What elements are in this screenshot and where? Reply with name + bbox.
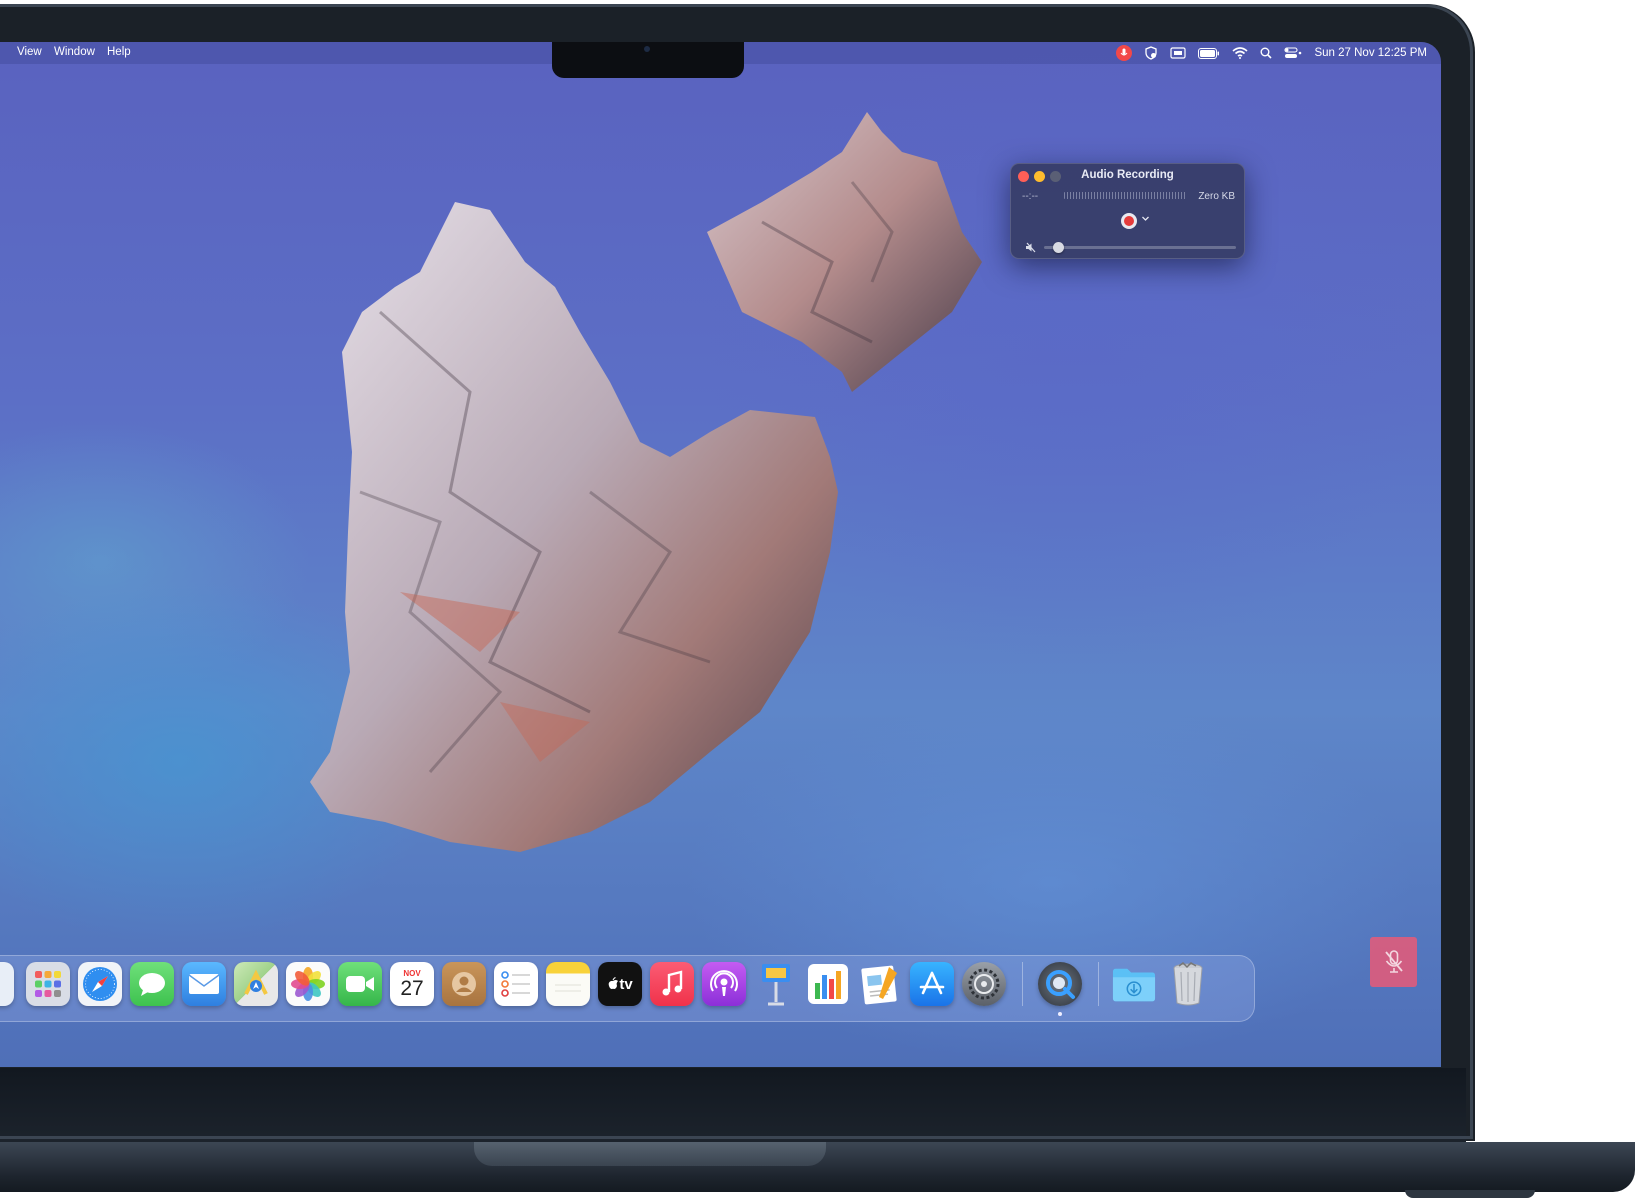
calendar-day-label: 27 bbox=[400, 976, 424, 1000]
app-store-icon[interactable] bbox=[910, 962, 954, 1006]
apple-tv-icon[interactable]: tv bbox=[598, 962, 642, 1006]
speaker-muted-icon bbox=[1026, 242, 1036, 253]
facetime-icon[interactable] bbox=[338, 962, 382, 1006]
recording-time: --:-- bbox=[1022, 191, 1039, 202]
pages-icon[interactable] bbox=[858, 962, 902, 1006]
music-icon[interactable] bbox=[650, 962, 694, 1006]
apple-tv-label: tv bbox=[619, 975, 633, 993]
recording-file-size: Zero KB bbox=[1198, 191, 1235, 202]
quicktime-player-icon[interactable] bbox=[1038, 962, 1082, 1006]
quicktime-running-indicator bbox=[1058, 1012, 1062, 1016]
menu-view[interactable]: View bbox=[17, 46, 42, 58]
desktop-screen: View Window Help Sun 27 Nov 12:25 PM Aud… bbox=[0, 42, 1441, 1067]
record-dot-icon bbox=[1124, 216, 1134, 226]
audio-recording-window: Audio Recording --:-- Zero KB bbox=[1010, 163, 1245, 259]
screen-mirroring-icon[interactable] bbox=[1170, 47, 1187, 59]
status-menu-area: Sun 27 Nov 12:25 PM bbox=[1116, 42, 1427, 64]
microphone-slash-icon bbox=[1384, 950, 1403, 973]
system-settings-icon[interactable] bbox=[962, 962, 1006, 1006]
laptop-chin bbox=[0, 1068, 1466, 1142]
spotlight-search-icon[interactable] bbox=[1260, 47, 1273, 59]
contacts-icon[interactable] bbox=[442, 962, 486, 1006]
reminders-icon[interactable] bbox=[494, 962, 538, 1006]
finder-icon[interactable] bbox=[0, 962, 14, 1006]
chevron-down-icon[interactable] bbox=[1141, 214, 1150, 223]
mail-icon[interactable] bbox=[182, 962, 226, 1006]
microphone-in-use-icon[interactable] bbox=[1116, 45, 1133, 61]
microphone-muted-overlay[interactable] bbox=[1370, 937, 1417, 987]
launchpad-icon[interactable] bbox=[26, 962, 70, 1006]
downloads-folder-icon[interactable] bbox=[1112, 962, 1156, 1006]
laptop-opening-notch bbox=[474, 1142, 826, 1166]
keynote-icon[interactable] bbox=[754, 962, 798, 1006]
maps-icon[interactable] bbox=[234, 962, 278, 1006]
calendar-icon[interactable]: NOV 27 bbox=[390, 962, 434, 1006]
dock-separator bbox=[1022, 962, 1023, 1006]
laptop-foot bbox=[1405, 1190, 1535, 1198]
record-button[interactable] bbox=[1121, 213, 1137, 229]
photos-icon[interactable] bbox=[286, 962, 330, 1006]
wallpaper-small-rock bbox=[707, 112, 982, 392]
podcasts-icon[interactable] bbox=[702, 962, 746, 1006]
dock-separator bbox=[1098, 962, 1099, 1006]
safari-icon[interactable] bbox=[78, 962, 122, 1006]
apple-logo-icon bbox=[608, 977, 619, 989]
camera-lens bbox=[644, 46, 650, 52]
notes-icon[interactable] bbox=[546, 962, 590, 1006]
trash-icon[interactable] bbox=[1166, 962, 1210, 1006]
volume-slider-knob[interactable] bbox=[1053, 242, 1065, 253]
menu-help[interactable]: Help bbox=[107, 46, 131, 58]
volume-slider[interactable] bbox=[1044, 242, 1236, 253]
menu-window[interactable]: Window bbox=[54, 46, 95, 58]
vpn-shield-icon[interactable] bbox=[1144, 46, 1158, 60]
control-center-icon[interactable] bbox=[1284, 47, 1302, 59]
window-title: Audio Recording bbox=[1081, 169, 1174, 181]
wifi-icon[interactable] bbox=[1232, 47, 1249, 59]
messages-icon[interactable] bbox=[130, 962, 174, 1006]
audio-level-meter bbox=[1064, 192, 1187, 199]
camera-notch bbox=[552, 42, 744, 78]
numbers-icon[interactable] bbox=[806, 962, 850, 1006]
battery-icon[interactable] bbox=[1198, 47, 1220, 59]
menu-bar-clock[interactable]: Sun 27 Nov 12:25 PM bbox=[1314, 47, 1427, 59]
